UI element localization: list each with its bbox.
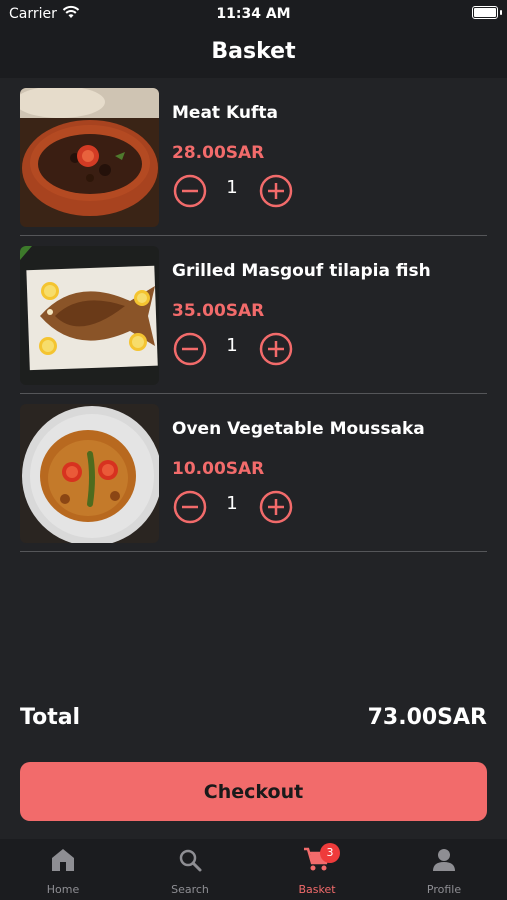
minus-circle-icon[interactable] [173, 174, 207, 212]
person-icon [431, 847, 457, 877]
basket-item: Grilled Masgouf tilapia fish 35.00SAR 1 [20, 236, 487, 394]
plus-circle-icon[interactable] [259, 174, 293, 212]
tab-label: Home [46, 883, 80, 896]
cart-badge: 3 [320, 843, 340, 863]
grilled-fish-photo [20, 246, 159, 385]
total-value: 73.00SAR [367, 705, 487, 730]
item-name: Grilled Masgouf tilapia fish [172, 261, 431, 281]
item-price: 28.00SAR [172, 143, 265, 163]
item-name: Meat Kufta [172, 103, 278, 123]
moussaka-photo [20, 404, 159, 543]
search-icon [177, 847, 203, 877]
item-price: 10.00SAR [172, 459, 265, 479]
tab-search[interactable]: Search [127, 839, 253, 900]
divider [20, 551, 487, 552]
item-name: Oven Vegetable Moussaka [172, 419, 425, 439]
tab-profile[interactable]: Profile [381, 839, 507, 900]
battery-icon [472, 6, 498, 19]
status-bar: Carrier 11:34 AM [0, 0, 507, 28]
total-label: Total [20, 705, 81, 730]
plus-circle-icon[interactable] [259, 332, 293, 370]
tab-bar: Home Search Basket Profile 3 [0, 839, 507, 900]
item-price: 35.00SAR [172, 301, 265, 321]
status-time: 11:34 AM [216, 6, 291, 22]
tab-label: Basket [298, 883, 336, 896]
tab-label: Search [171, 883, 209, 896]
navigation-bar: Basket [0, 28, 507, 78]
basket-item: Meat Kufta 28.00SAR 1 [20, 78, 487, 236]
item-quantity: 1 [226, 177, 238, 198]
tab-label: Profile [426, 883, 462, 896]
minus-circle-icon[interactable] [173, 332, 207, 370]
tab-basket[interactable]: Basket [254, 839, 380, 900]
home-icon [50, 847, 76, 877]
item-quantity: 1 [226, 335, 238, 356]
plus-circle-icon[interactable] [259, 490, 293, 528]
meat-kufta-photo [20, 88, 159, 227]
tab-home[interactable]: Home [0, 839, 126, 900]
checkout-button[interactable]: Checkout [20, 762, 487, 821]
minus-circle-icon[interactable] [173, 490, 207, 528]
page-title: Basket [211, 39, 296, 64]
basket-item: Oven Vegetable Moussaka 10.00SAR 1 [20, 394, 487, 552]
item-quantity: 1 [226, 493, 238, 514]
